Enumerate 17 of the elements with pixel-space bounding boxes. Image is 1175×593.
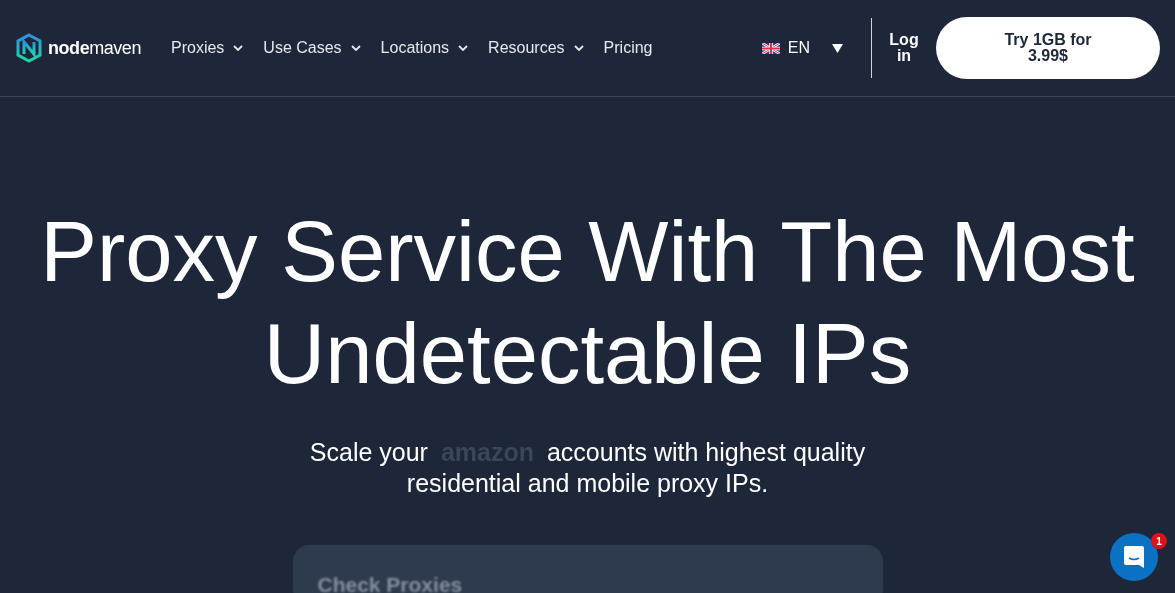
chat-icon — [1123, 545, 1145, 569]
hero-title: Proxy Service With The Most Undetectable IPs — [39, 203, 1136, 403]
nav-link[interactable]: Pricing — [603, 36, 653, 60]
nav-link[interactable]: Resources — [488, 36, 584, 60]
logo-icon — [16, 33, 42, 63]
try-button[interactable]: Try 1GB for 3.99$ — [936, 17, 1160, 79]
card-title: Check Proxies — [317, 573, 463, 593]
login-link[interactable]: Log in — [886, 32, 922, 64]
nav-link[interactable]: Use Cases — [263, 36, 361, 60]
notification-badge: 1 — [1151, 533, 1167, 549]
caret-icon — [832, 43, 843, 53]
language-selector[interactable]: EN — [761, 36, 843, 60]
nav-link[interactable]: Proxies — [171, 36, 244, 60]
nav-link[interactable]: Locations — [380, 36, 469, 60]
logo-text[interactable]: nodemaven — [48, 34, 141, 62]
flag-icon — [761, 42, 780, 54]
chat-button[interactable] — [1110, 533, 1158, 581]
